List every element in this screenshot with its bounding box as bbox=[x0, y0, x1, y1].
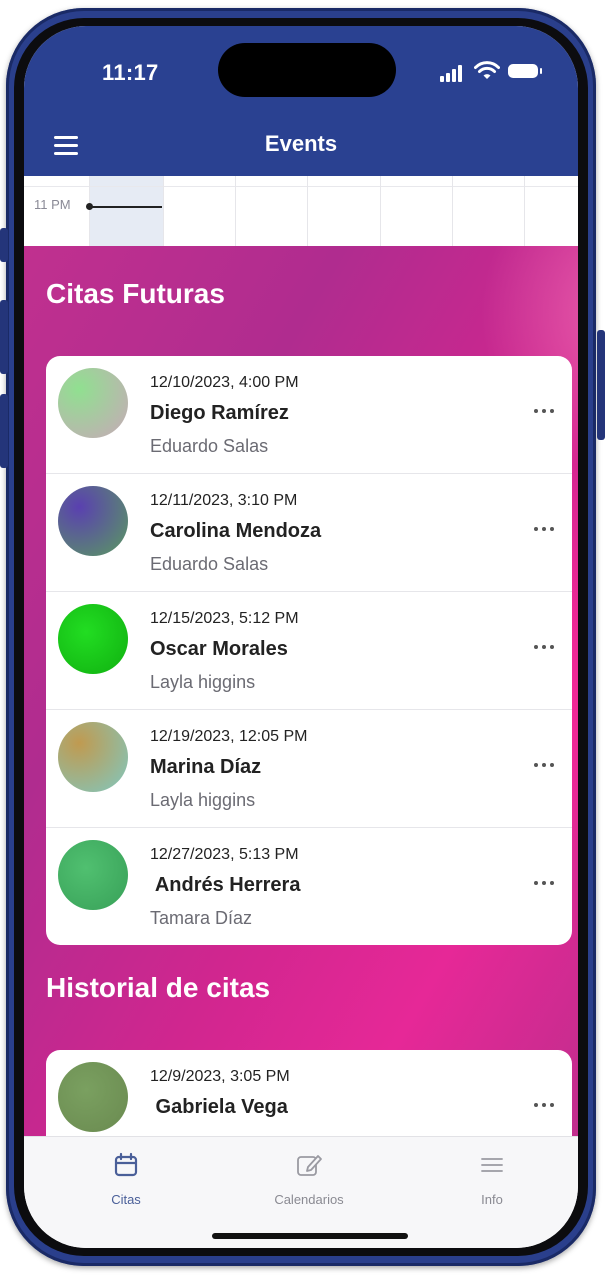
avatar bbox=[58, 604, 128, 674]
phone-screen: 11:17 Events 11 PM Citas Futuras 12/10/2… bbox=[24, 26, 578, 1248]
avatar bbox=[58, 1062, 128, 1132]
appointment-date: 12/10/2023, 4:00 PM bbox=[150, 374, 299, 391]
provider-name: Tamara Díaz bbox=[150, 908, 253, 928]
tab-calendarios[interactable]: Calendarios bbox=[249, 1151, 369, 1207]
appointments-panel: Citas Futuras 12/10/2023, 4:00 PM Diego … bbox=[24, 246, 578, 1136]
calendar-column-line bbox=[235, 176, 236, 246]
more-options-icon[interactable] bbox=[534, 522, 558, 536]
patient-name: Andrés Herrera bbox=[150, 874, 301, 896]
calendar-day-view[interactable]: 11 PM bbox=[24, 176, 578, 247]
status-bar: 11:17 bbox=[24, 26, 578, 118]
page-title: Events bbox=[264, 131, 338, 156]
calendar-icon bbox=[114, 1152, 138, 1177]
calendar-column-line bbox=[163, 176, 164, 246]
patient-name: Gabriela Vega bbox=[150, 1096, 288, 1118]
appointment-date: 12/11/2023, 3:10 PM bbox=[150, 492, 298, 509]
status-time: 11:17 bbox=[102, 60, 159, 85]
appointment-date: 12/9/2023, 3:05 PM bbox=[150, 1068, 290, 1085]
bottom-tab-bar: Citas Calendarios Info bbox=[24, 1136, 578, 1248]
more-options-icon[interactable] bbox=[534, 404, 558, 418]
calendar-time-label: 11 PM bbox=[34, 197, 71, 212]
calendar-hour-line bbox=[24, 186, 578, 187]
phone-side-button bbox=[0, 394, 8, 468]
more-options-icon[interactable] bbox=[534, 640, 558, 654]
appointment-date: 12/19/2023, 12:05 PM bbox=[150, 728, 308, 745]
provider-name: Eduardo Salas bbox=[150, 436, 269, 456]
edit-icon bbox=[297, 1155, 322, 1176]
section-title-upcoming: Citas Futuras bbox=[46, 278, 225, 309]
battery-icon bbox=[508, 64, 542, 78]
app-header: Events bbox=[24, 118, 578, 176]
provider-name: Layla higgins bbox=[150, 672, 256, 692]
dynamic-island bbox=[218, 43, 396, 97]
wifi-icon bbox=[474, 61, 500, 79]
avatar bbox=[58, 368, 128, 438]
tab-label: Citas bbox=[111, 1192, 141, 1207]
appointment-date: 12/15/2023, 5:12 PM bbox=[150, 610, 299, 627]
list-icon bbox=[481, 1158, 503, 1172]
phone-side-button bbox=[597, 330, 605, 440]
signal-icon bbox=[440, 64, 468, 82]
current-time-indicator bbox=[90, 206, 162, 208]
patient-name: Marina Díaz bbox=[150, 756, 262, 778]
provider-name: Layla higgins bbox=[150, 790, 256, 810]
avatar bbox=[58, 840, 128, 910]
more-options-icon[interactable] bbox=[534, 758, 558, 772]
calendar-column-line bbox=[524, 176, 525, 246]
tab-info[interactable]: Info bbox=[432, 1151, 552, 1207]
appointment-row[interactable]: 12/9/2023, 3:05 PM Gabriela Vega bbox=[46, 1050, 572, 1136]
patient-name: Oscar Morales bbox=[150, 638, 288, 660]
calendar-column-line bbox=[452, 176, 453, 246]
calendar-column-line bbox=[89, 176, 90, 246]
provider-name: Eduardo Salas bbox=[150, 554, 269, 574]
phone-side-button bbox=[0, 300, 8, 374]
patient-name: Diego Ramírez bbox=[150, 402, 289, 424]
section-title-history: Historial de citas bbox=[46, 972, 271, 1003]
avatar bbox=[58, 486, 128, 556]
appointment-row[interactable]: 12/27/2023, 5:13 PM Andrés Herrera Tamar… bbox=[46, 828, 572, 945]
tab-label: Info bbox=[481, 1192, 503, 1207]
calendar-column-line bbox=[380, 176, 381, 246]
appointment-date: 12/27/2023, 5:13 PM bbox=[150, 846, 299, 863]
appointment-row[interactable]: 12/19/2023, 12:05 PM Marina Díaz Layla h… bbox=[46, 710, 572, 828]
appointment-row[interactable]: 12/11/2023, 3:10 PM Carolina Mendoza Edu… bbox=[46, 474, 572, 592]
tab-label: Calendarios bbox=[274, 1192, 344, 1207]
patient-name: Carolina Mendoza bbox=[150, 520, 322, 542]
history-appointments-card: 12/9/2023, 3:05 PM Gabriela Vega bbox=[46, 1050, 572, 1136]
appointment-row[interactable]: 12/10/2023, 4:00 PM Diego Ramírez Eduard… bbox=[46, 356, 572, 474]
home-indicator bbox=[212, 1233, 408, 1239]
calendar-column-line bbox=[307, 176, 308, 246]
tab-citas[interactable]: Citas bbox=[66, 1151, 186, 1207]
more-options-icon[interactable] bbox=[534, 1098, 558, 1112]
avatar bbox=[58, 722, 128, 792]
more-options-icon[interactable] bbox=[534, 876, 558, 890]
upcoming-appointments-card: 12/10/2023, 4:00 PM Diego Ramírez Eduard… bbox=[46, 356, 572, 945]
appointment-row[interactable]: 12/15/2023, 5:12 PM Oscar Morales Layla … bbox=[46, 592, 572, 710]
phone-side-button bbox=[0, 228, 8, 262]
